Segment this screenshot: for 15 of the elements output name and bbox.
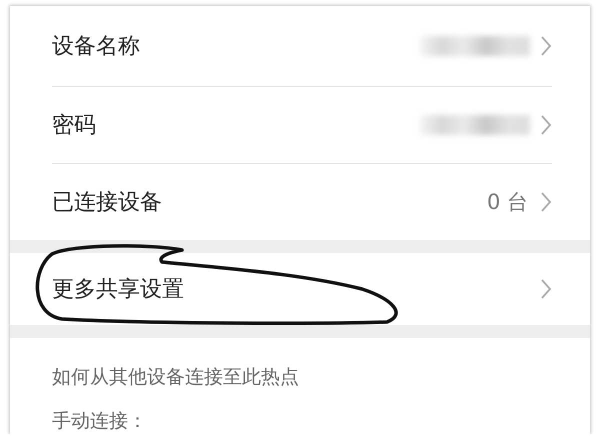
chevron-right-icon xyxy=(540,35,552,57)
row-label: 更多共享设置 xyxy=(52,276,185,304)
settings-row[interactable]: 已连接设备 0 台 xyxy=(52,164,552,240)
row-label: 密码 xyxy=(52,112,97,140)
help-step: 手动连接： xyxy=(52,408,548,434)
settings-row[interactable]: 密码 xyxy=(52,87,552,164)
settings-row[interactable]: 更多共享设置 xyxy=(52,253,552,325)
help-title: 如何从其他设备连接至此热点 xyxy=(52,365,300,390)
row-label: 已连接设备 xyxy=(52,189,163,217)
chevron-right-icon xyxy=(540,114,552,136)
chevron-right-icon xyxy=(540,191,552,213)
chevron-right-icon xyxy=(540,278,552,300)
row-value: 0 台 xyxy=(486,189,528,216)
settings-row[interactable]: 设备名称 xyxy=(52,6,552,87)
row-label: 设备名称 xyxy=(52,33,141,61)
